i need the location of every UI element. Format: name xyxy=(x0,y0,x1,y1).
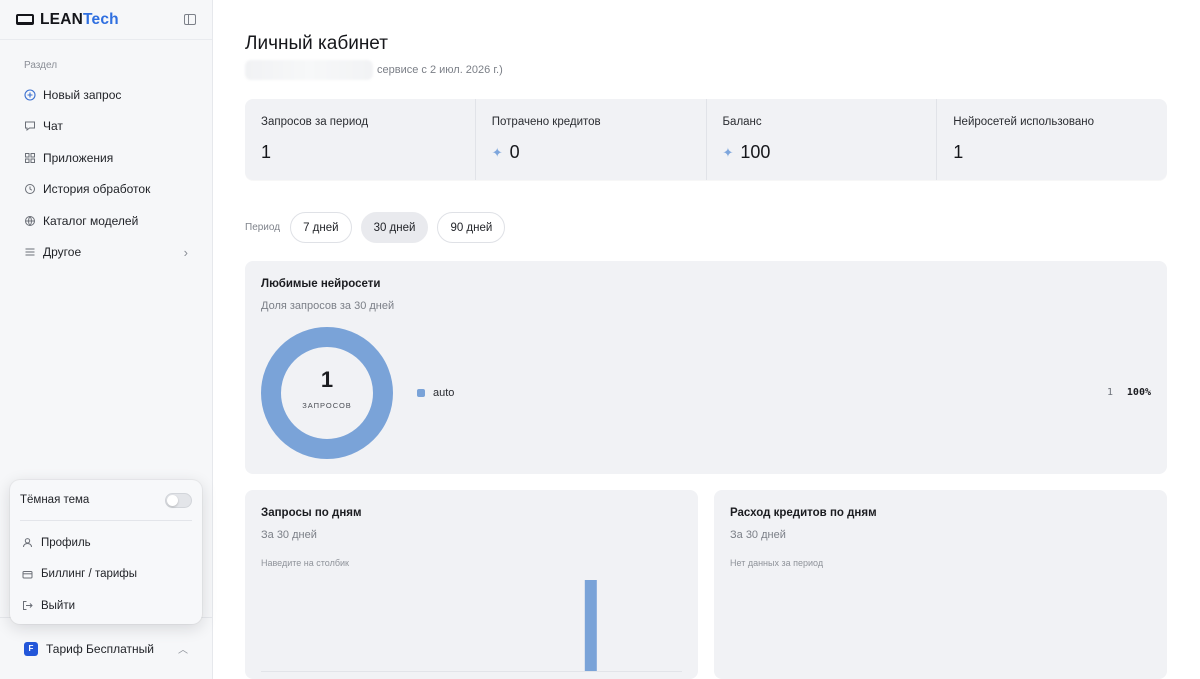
requests-by-day-card: Запросы по дням За 30 дней Наведите на с… xyxy=(245,490,698,679)
page-title: Личный кабинет xyxy=(245,33,388,54)
card-subtitle: За 30 дней xyxy=(261,529,317,541)
favorite-models-card: Любимые нейросети Доля запросов за 30 дн… xyxy=(245,261,1167,474)
legend-name: auto xyxy=(433,387,455,399)
bar-day-24[interactable] xyxy=(584,580,597,671)
stat-value: ✦ 0 xyxy=(491,142,520,162)
period-7-days-button[interactable]: 7 дней xyxy=(290,212,352,243)
menu-icon xyxy=(24,246,36,258)
donut-chart xyxy=(261,327,393,459)
period-90-days-button[interactable]: 90 дней xyxy=(437,212,506,243)
card-subtitle: Доля запросов за 30 дней xyxy=(261,300,395,312)
stats-panel: Запросов за период 1 Потрачено кредитов … xyxy=(245,99,1167,180)
page-subtitle: сервисе с 2 июл. 2026 г.) xyxy=(377,64,503,76)
logout-icon xyxy=(22,600,33,611)
plus-circle-icon xyxy=(24,89,36,101)
period-30-days-button[interactable]: 30 дней xyxy=(360,212,429,243)
stat-requests: Запросов за период 1 xyxy=(245,99,476,180)
card-title: Запросы по дням xyxy=(261,507,362,519)
legend-swatch xyxy=(417,389,425,397)
sidebar-item-label: Приложения xyxy=(43,150,114,165)
sidebar-item-catalog[interactable]: Каталог моделей xyxy=(0,205,212,237)
legend-percent: 100% xyxy=(1126,387,1151,398)
menu-item-profile[interactable]: Профиль xyxy=(20,527,192,559)
sidebar-item-history[interactable]: История обработок xyxy=(0,174,212,206)
menu-item-label: Выйти xyxy=(41,599,76,612)
sidebar-item-other[interactable]: Другое › xyxy=(0,237,212,269)
sidebar-item-label: Новый запрос xyxy=(43,87,122,102)
stat-models-used: Нейросетей использовано 1 xyxy=(937,99,1167,180)
menu-item-logout[interactable]: Выйти xyxy=(20,590,192,622)
brand-header: LEANTech xyxy=(0,0,212,40)
stat-balance: Баланс ✦ 100 xyxy=(707,99,938,180)
menu-item-label: Биллинг / тарифы xyxy=(41,568,138,581)
stat-label: Потрачено кредитов xyxy=(491,116,601,128)
period-selector: Период 7 дней 30 дней 90 дней xyxy=(245,212,514,243)
dark-theme-toggle[interactable] xyxy=(165,492,192,508)
requests-bar-chart xyxy=(261,580,682,672)
dark-theme-row: Тёмная тема xyxy=(20,488,192,512)
chevron-up-icon: ︿ xyxy=(178,645,188,656)
history-icon xyxy=(24,183,36,195)
menu-item-label: Профиль xyxy=(41,536,91,549)
chat-icon xyxy=(24,120,36,132)
user-menu-popup: Тёмная тема Профиль Биллинг / тарифы Вый… xyxy=(10,480,202,624)
stat-credits-spent: Потрачено кредитов ✦ 0 xyxy=(476,99,707,180)
dark-theme-label: Тёмная тема xyxy=(20,494,90,506)
stat-label: Баланс xyxy=(722,116,762,128)
logo-text[interactable]: LEANTech xyxy=(40,11,119,29)
card-subtitle: За 30 дней xyxy=(730,529,786,541)
donut-slice-auto[interactable] xyxy=(261,327,393,459)
donut-total: 1 xyxy=(320,367,334,392)
plan-selector[interactable]: F Тариф Бесплатный ︿ xyxy=(0,617,212,679)
credits-by-day-card: Расход кредитов по дням За 30 дней Нет д… xyxy=(714,490,1167,679)
collapse-sidebar-icon[interactable] xyxy=(184,14,196,25)
sidebar-item-label: Каталог моделей xyxy=(43,213,139,228)
globe-icon xyxy=(24,215,36,227)
user-icon xyxy=(22,537,33,548)
sidebar-item-new-request[interactable]: Новый запрос xyxy=(0,79,212,111)
stat-value: ✦ 100 xyxy=(722,142,771,162)
sidebar-item-label: Другое xyxy=(43,245,82,260)
stat-label: Запросов за период xyxy=(261,116,369,128)
blurred-text xyxy=(245,60,373,80)
chevron-right-icon: › xyxy=(183,244,188,260)
card-title: Расход кредитов по дням xyxy=(730,507,877,519)
sparkle-icon: ✦ xyxy=(722,144,734,160)
card-icon xyxy=(22,569,33,580)
card-hint: Наведите на столбик xyxy=(261,558,349,568)
sidebar-section-label: Раздел xyxy=(24,60,58,71)
card-title: Любимые нейросети xyxy=(261,278,381,290)
plan-label: Тариф Бесплатный xyxy=(46,641,154,656)
sidebar-item-label: История обработок xyxy=(43,182,151,197)
donut-caption: ЗАПРОСОВ xyxy=(302,401,352,410)
stat-value: 1 xyxy=(953,142,964,162)
popup-divider xyxy=(20,520,192,521)
sparkle-icon: ✦ xyxy=(491,144,503,160)
sidebar-item-chat[interactable]: Чат xyxy=(0,111,212,143)
stat-label: Нейросетей использовано xyxy=(953,116,1094,128)
sidebar-item-label: Чат xyxy=(43,119,63,134)
card-hint: Нет данных за период xyxy=(730,558,824,568)
plan-badge: F xyxy=(24,641,38,656)
logo-icon xyxy=(16,14,34,25)
menu-item-billing[interactable]: Биллинг / тарифы xyxy=(20,559,192,591)
period-label: Период xyxy=(245,222,281,233)
legend-count: 1 xyxy=(1106,387,1113,398)
grid-icon xyxy=(24,152,36,164)
stat-value: 1 xyxy=(261,142,272,162)
sidebar-item-apps[interactable]: Приложения xyxy=(0,142,212,174)
